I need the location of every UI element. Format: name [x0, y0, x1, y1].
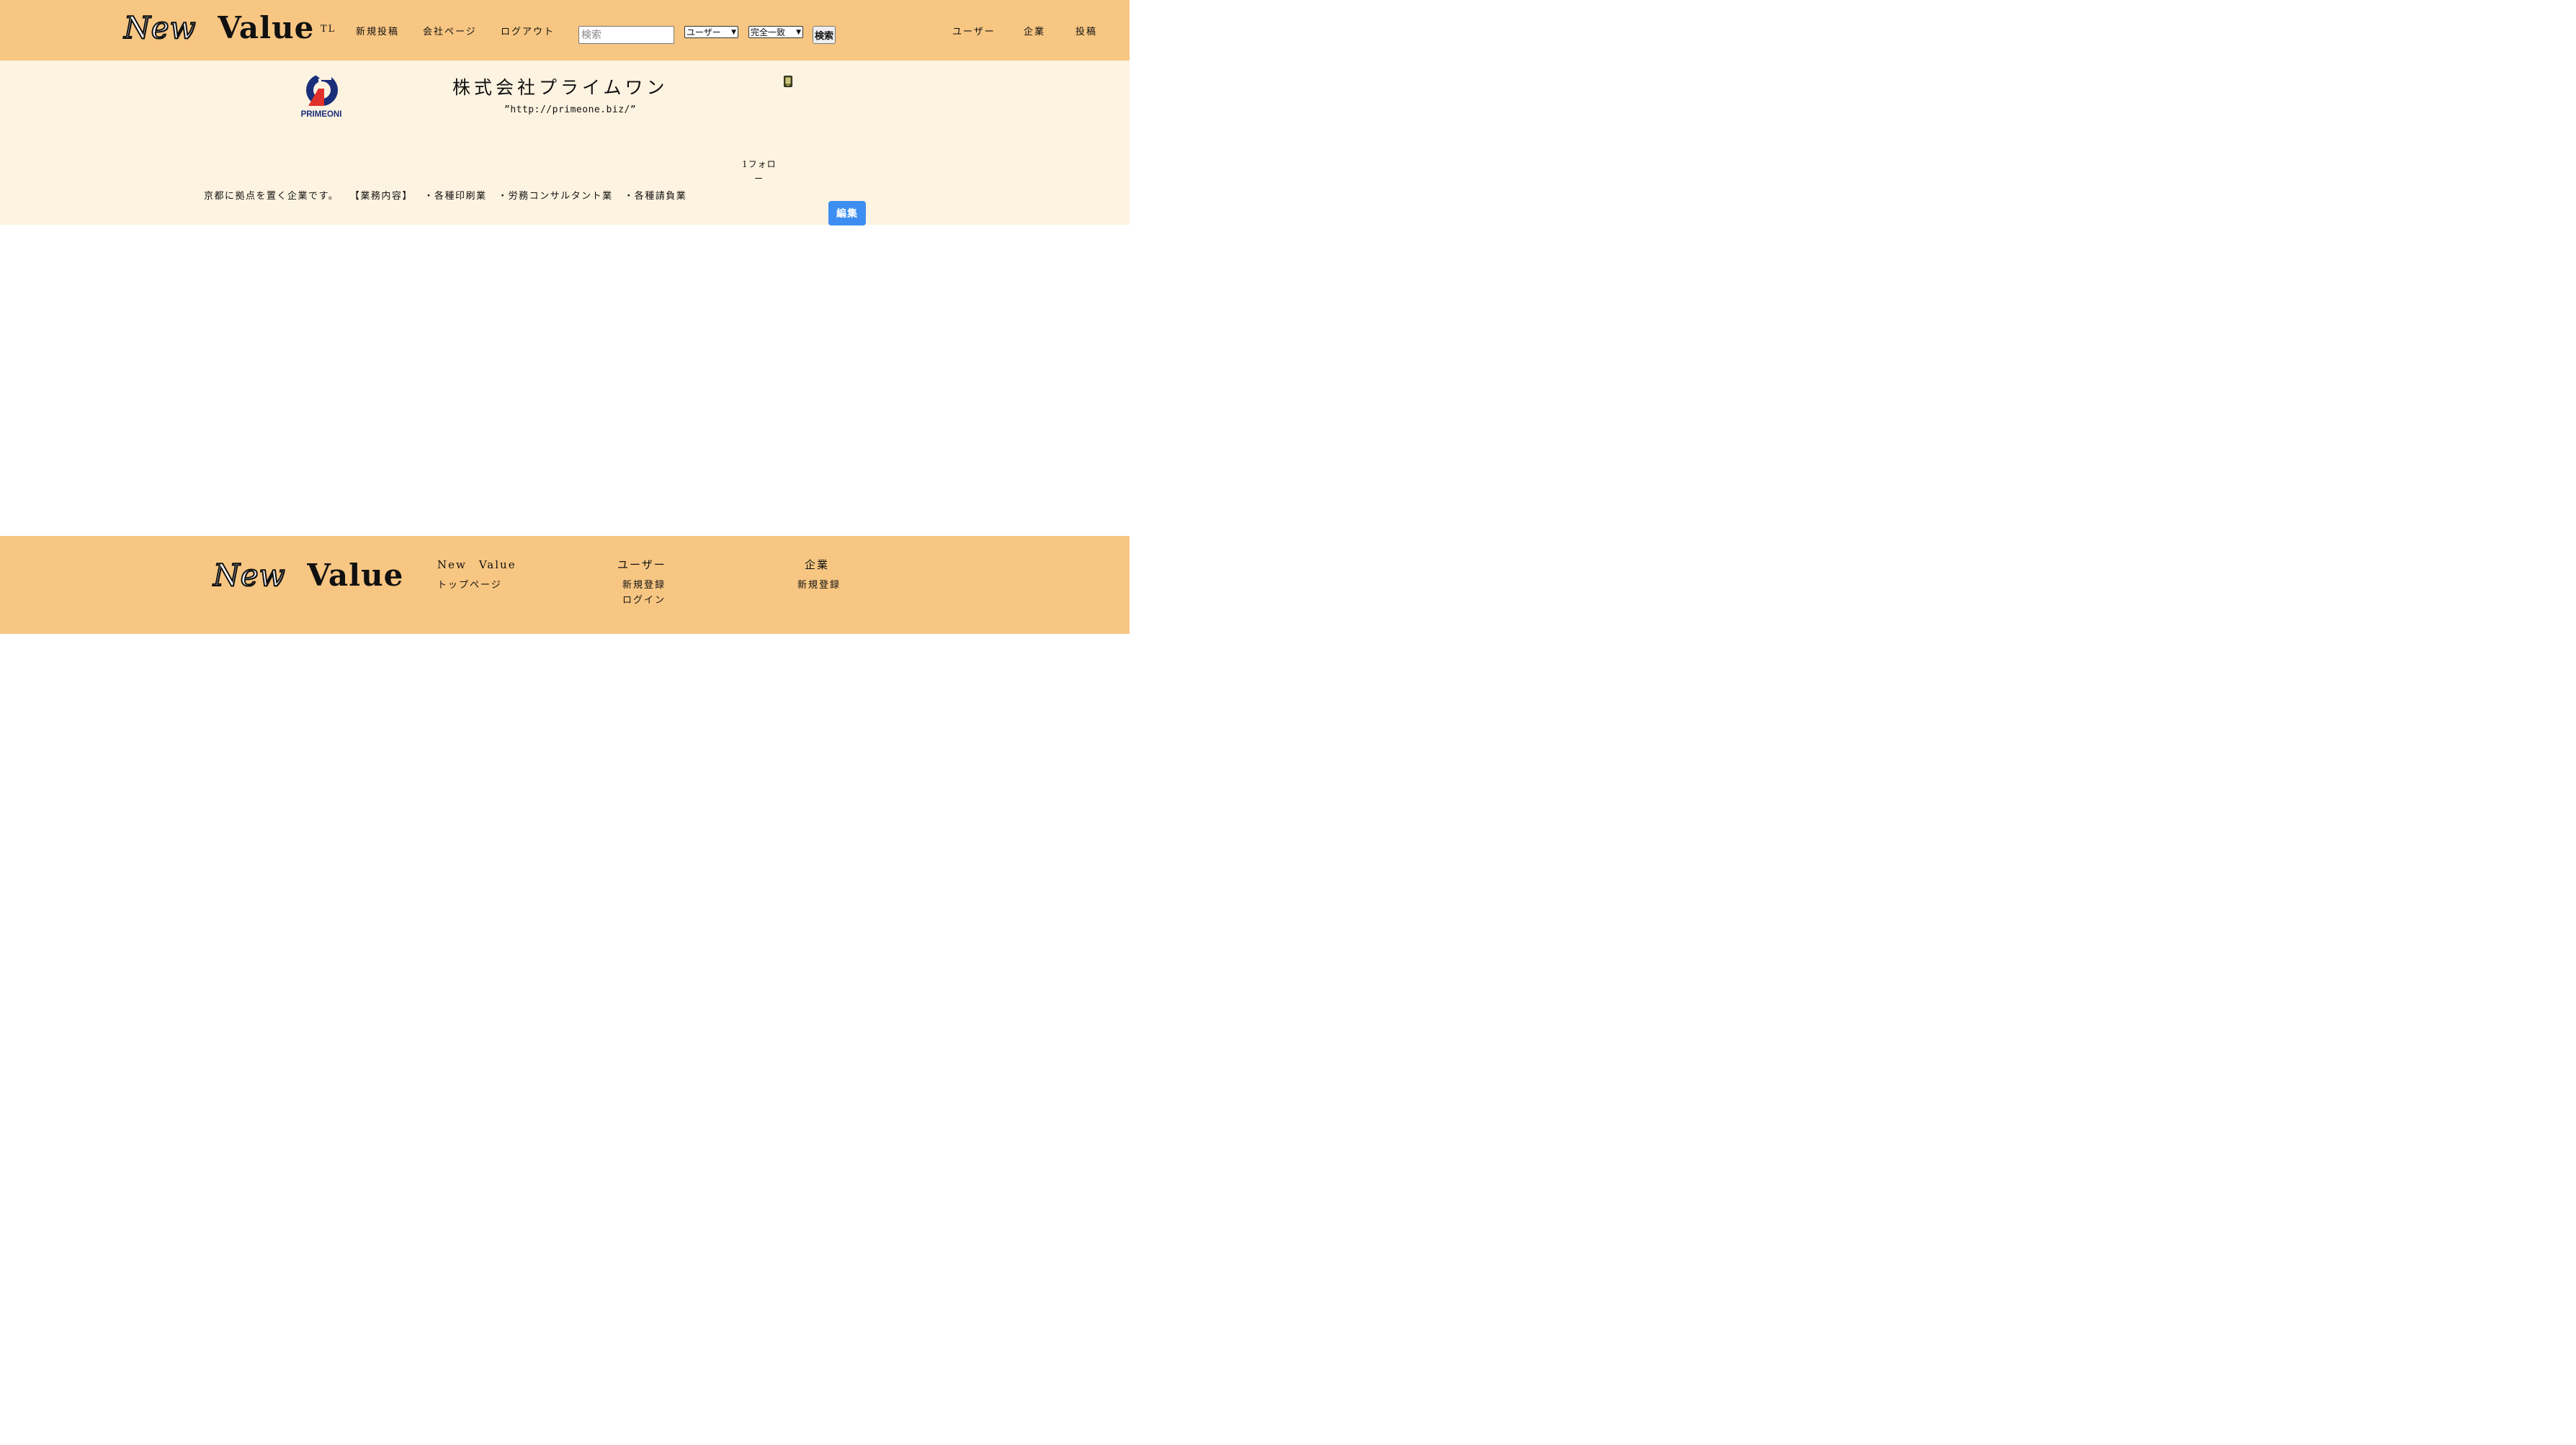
company-profile-banner: PRIMEONI 株式会社プライムワン ”http://primeone.biz…: [0, 61, 1130, 225]
footer-logo-word-value: Value: [307, 558, 404, 593]
follow-count-suffix: ー: [754, 174, 764, 184]
phone-icon[interactable]: [784, 76, 792, 87]
search-match-value: 完全一致: [751, 27, 786, 37]
footer-link-user-login[interactable]: ログイン: [622, 592, 666, 606]
edit-button[interactable]: 編集: [828, 201, 866, 225]
footer-link-user-signup[interactable]: 新規登録: [622, 577, 666, 591]
nav-company-page[interactable]: 会社ページ: [423, 24, 477, 37]
company-logo-icon: PRIMEONI: [301, 73, 342, 119]
company-logo-text: PRIMEONI: [301, 110, 342, 119]
search-type-value: ユーザー: [687, 27, 721, 37]
nav-companies[interactable]: 企業: [1024, 24, 1045, 37]
footer-logo[interactable]: New Value: [213, 557, 404, 594]
footer-col-newvalue-heading: New Value: [437, 558, 516, 571]
search-type-select[interactable]: ユーザー ▼: [684, 26, 738, 38]
footer-logo-word-new: New: [213, 557, 286, 594]
company-description: 京都に拠点を置く企業です。 【業務内容】 ・各種印刷業 ・労務コンサルタント業 …: [204, 191, 687, 202]
logo-word-value: Value: [218, 10, 315, 45]
site-logo[interactable]: New Value: [123, 9, 315, 46]
chevron-down-icon: ▼: [731, 28, 736, 36]
nav-logout[interactable]: ログアウト: [501, 24, 555, 37]
footer-col-company-heading: 企業: [805, 558, 830, 571]
site-footer: New Value New Value トップページ ユーザー 新規登録 ログイ…: [0, 536, 1130, 634]
company-name: 株式会社プライムワン: [452, 77, 668, 98]
top-header: New Value TL 新規投稿 会社ページ ログアウト ユーザー ▼ 完全一…: [0, 0, 1130, 61]
search-match-select[interactable]: 完全一致 ▼: [748, 26, 803, 38]
search-button[interactable]: 検索: [813, 26, 836, 44]
nav-tl[interactable]: TL: [321, 24, 336, 35]
footer-col-user-heading: ユーザー: [617, 558, 666, 571]
footer-link-company-signup[interactable]: 新規登録: [797, 577, 841, 591]
follow-count[interactable]: 1フォロ: [742, 158, 777, 170]
nav-posts[interactable]: 投稿: [1075, 24, 1097, 37]
chevron-down-icon: ▼: [796, 28, 801, 36]
footer-link-top-page[interactable]: トップページ: [437, 577, 502, 591]
nav-new-post[interactable]: 新規投稿: [356, 24, 399, 37]
nav-users[interactable]: ユーザー: [952, 24, 996, 37]
search-input[interactable]: [578, 26, 674, 44]
logo-word-new: New: [123, 9, 197, 46]
company-url[interactable]: ”http://primeone.biz/”: [504, 104, 636, 115]
